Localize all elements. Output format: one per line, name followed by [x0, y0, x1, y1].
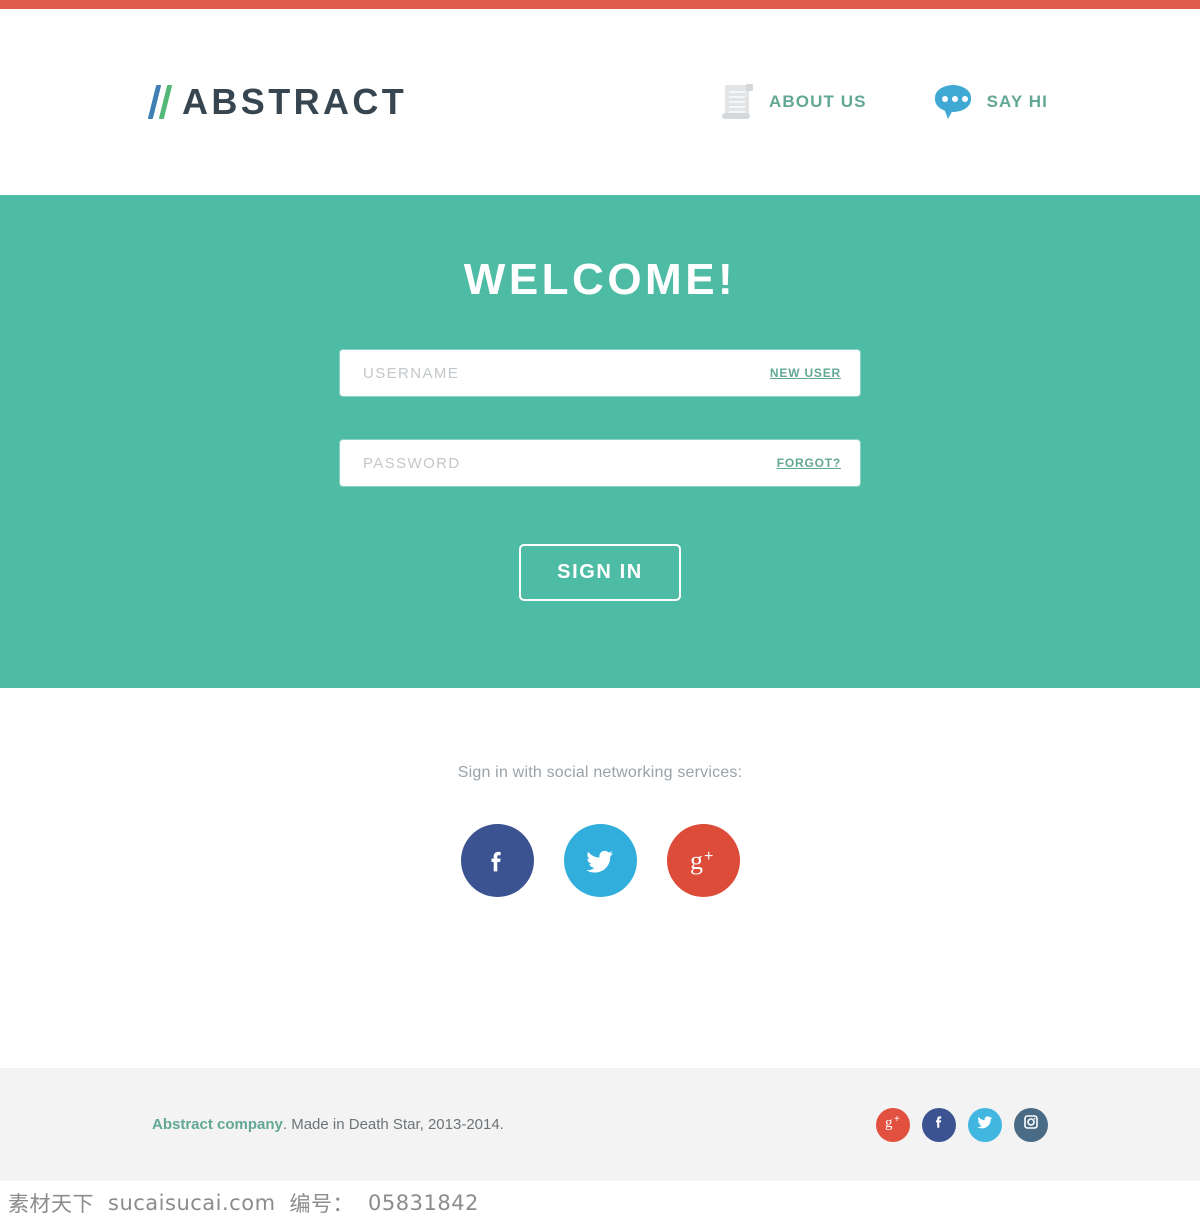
facebook-icon	[929, 1112, 949, 1137]
footer-facebook-button[interactable]	[922, 1107, 956, 1142]
login-hero-section: WELCOME! NEW USER FORGOT? SIGN IN	[0, 195, 1200, 688]
footer-brand-link[interactable]: Abstract company	[152, 1116, 283, 1133]
svg-text:+: +	[894, 1114, 900, 1125]
footer-copyright: Abstract company. Made in Death Star, 20…	[152, 1116, 504, 1133]
password-field-wrapper: FORGOT?	[340, 440, 860, 486]
password-input[interactable]	[363, 441, 777, 485]
top-accent-bar	[0, 0, 1200, 9]
nav-item-about-us[interactable]: ABOUT US	[721, 82, 867, 122]
social-login-caption: Sign in with social networking services:	[457, 764, 743, 781]
sign-in-button[interactable]: SIGN IN	[519, 544, 681, 601]
twitter-login-button[interactable]	[563, 824, 637, 897]
watermark-site-url: sucaisucai.com	[108, 1190, 276, 1215]
footer-twitter-button[interactable]	[968, 1107, 1002, 1142]
google-plus-icon: g +	[683, 841, 723, 881]
footer-google-plus-button[interactable]: g +	[876, 1107, 910, 1142]
speech-bubble-icon	[934, 85, 971, 119]
footer-instagram-button[interactable]	[1014, 1107, 1048, 1142]
site-footer: Abstract company. Made in Death Star, 20…	[0, 1068, 1200, 1181]
google-plus-icon: g +	[882, 1111, 904, 1138]
logo-text: ABSTRACT	[182, 81, 408, 122]
site-header: ABSTRACT ABOUT US SAY HI	[0, 9, 1200, 195]
svg-text:+: +	[704, 848, 713, 865]
social-login-section: Sign in with social networking services:	[0, 688, 1200, 1068]
nav-item-say-hi[interactable]: SAY HI	[934, 85, 1048, 119]
scroll-icon	[721, 82, 753, 122]
login-page: ABSTRACT ABOUT US SAY HI WELCOME! USERNA…	[0, 0, 1200, 1224]
facebook-login-button[interactable]	[460, 824, 534, 897]
logo-slashes-icon	[147, 83, 173, 121]
instagram-icon	[1021, 1112, 1041, 1137]
footer-social-icons: g +	[876, 1107, 1048, 1142]
username-input[interactable]	[363, 351, 770, 395]
watermark-site-cn: 素材天下	[8, 1191, 94, 1216]
watermark-id-label: 编号：	[289, 1191, 355, 1216]
site-logo[interactable]: ABSTRACT	[147, 81, 408, 122]
new-user-link[interactable]: NEW USER	[770, 366, 841, 380]
google-plus-login-button[interactable]: g +	[666, 824, 740, 897]
main-navigation: ABOUT US SAY HI	[721, 82, 1048, 122]
svg-text:g: g	[885, 1115, 893, 1131]
welcome-heading: WELCOME!	[463, 255, 737, 304]
nav-label-say-hi: SAY HI	[986, 92, 1048, 111]
forgot-password-link[interactable]: FORGOT?	[777, 456, 841, 470]
twitter-icon	[974, 1111, 996, 1138]
twitter-icon	[580, 841, 620, 881]
watermark-bar: 素材天下 sucaisucai.com 编号： 05831842	[0, 1181, 1200, 1224]
username-field-wrapper: NEW USER	[340, 350, 860, 396]
social-login-buttons: g +	[0, 824, 1200, 897]
facebook-icon	[479, 843, 515, 879]
footer-copyright-text: . Made in Death Star, 2013-2014.	[282, 1116, 504, 1133]
watermark-id-value: 05831842	[368, 1190, 479, 1215]
svg-text:g: g	[690, 846, 703, 875]
nav-label-about-us: ABOUT US	[769, 92, 867, 111]
